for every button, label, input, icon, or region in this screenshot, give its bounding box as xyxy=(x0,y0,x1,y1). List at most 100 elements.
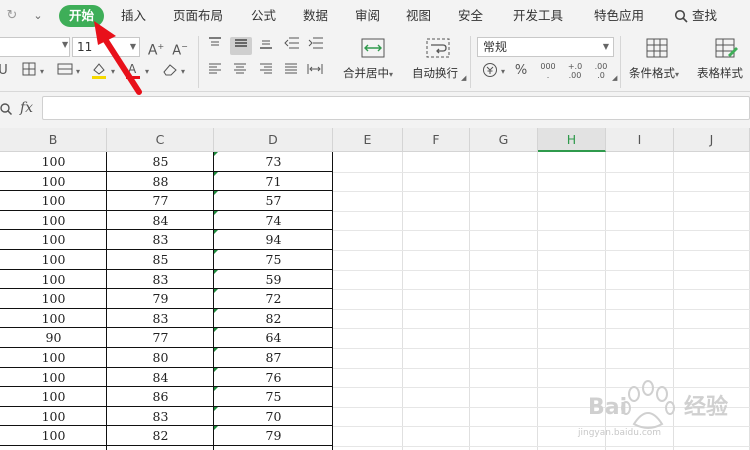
cell-b5[interactable]: 100 xyxy=(0,230,107,249)
font-size-select[interactable]: 11 ▼ xyxy=(72,37,140,57)
currency-icon[interactable] xyxy=(481,62,499,80)
redo-icon[interactable]: ↻ xyxy=(4,8,20,24)
cell-b8[interactable]: 100 xyxy=(0,289,107,308)
chevron-down-icon[interactable]: ▾ xyxy=(40,67,44,76)
cell-c7[interactable]: 83 xyxy=(107,270,214,289)
align-top-icon[interactable] xyxy=(206,37,224,55)
cell-b9[interactable]: 100 xyxy=(0,309,107,328)
decrease-decimal-icon[interactable]: .00.0 xyxy=(591,62,611,80)
column-header-d[interactable]: D xyxy=(214,128,333,152)
cell-d10[interactable]: 64 xyxy=(214,328,333,347)
align-right-icon[interactable] xyxy=(257,63,275,81)
cell-c2[interactable]: 88 xyxy=(107,172,214,191)
wrap-text-button[interactable]: 自动换行 xyxy=(412,65,458,81)
search-label[interactable]: 查找 xyxy=(692,0,717,32)
column-header-i[interactable]: I xyxy=(606,128,674,152)
chevron-down-icon[interactable]: ▾ xyxy=(111,67,115,76)
align-center-icon[interactable] xyxy=(231,63,249,81)
cell-d6[interactable]: 75 xyxy=(214,250,333,269)
font-name-select[interactable] xyxy=(0,37,70,57)
column-header-j[interactable]: J xyxy=(674,128,750,152)
cell-d5[interactable]: 94 xyxy=(214,230,333,249)
cell-c14[interactable]: 83 xyxy=(107,407,214,426)
chevron-down-icon[interactable]: ▾ xyxy=(145,67,149,76)
cell-c4[interactable]: 84 xyxy=(107,211,214,230)
cell-d7[interactable]: 59 xyxy=(214,270,333,289)
conditional-format-icon[interactable] xyxy=(645,37,669,59)
cell-c11[interactable]: 80 xyxy=(107,348,214,367)
cell-c3[interactable]: 77 xyxy=(107,191,214,210)
chevron-down-icon[interactable]: ▾ xyxy=(76,67,80,76)
cell-c12[interactable]: 84 xyxy=(107,368,214,387)
cell-d13[interactable]: 75 xyxy=(214,387,333,406)
cell-b13[interactable]: 100 xyxy=(0,387,107,406)
conditional-format-button[interactable]: 条件格式▾ xyxy=(629,65,679,81)
cell-d4[interactable]: 74 xyxy=(214,211,333,230)
font-grow-icon[interactable]: A+ xyxy=(147,38,165,59)
justify-icon[interactable] xyxy=(282,63,300,81)
dialog-launcher-icon[interactable]: ◢ xyxy=(461,74,466,82)
cell-style-icon[interactable] xyxy=(56,62,74,80)
fill-color-icon[interactable] xyxy=(90,61,108,79)
table-style-icon[interactable] xyxy=(714,37,738,59)
menu-tab-5[interactable]: 审阅 xyxy=(355,0,380,32)
column-header-g[interactable]: G xyxy=(470,128,538,152)
cell-b4[interactable]: 100 xyxy=(0,211,107,230)
underline-icon[interactable]: U xyxy=(0,62,12,80)
menu-tab-7[interactable]: 安全 xyxy=(458,0,483,32)
clear-format-icon[interactable] xyxy=(161,62,179,80)
column-header-f[interactable]: F xyxy=(403,128,470,152)
menu-tab-3[interactable]: 公式 xyxy=(251,0,276,32)
distributed-align-icon[interactable] xyxy=(306,63,324,81)
cell-b2[interactable]: 100 xyxy=(0,172,107,191)
menu-tab-2[interactable]: 页面布局 xyxy=(173,0,223,32)
cell-c13[interactable]: 86 xyxy=(107,387,214,406)
increase-decimal-icon[interactable]: +.0.00 xyxy=(565,62,585,80)
cell-b14[interactable]: 100 xyxy=(0,407,107,426)
percent-icon[interactable]: % xyxy=(512,62,530,80)
cell-c10[interactable]: 77 xyxy=(107,328,214,347)
chevron-down-icon[interactable]: ▾ xyxy=(181,67,185,76)
column-header-c[interactable]: C xyxy=(107,128,214,152)
align-middle-icon[interactable] xyxy=(230,37,252,55)
cell-d1[interactable]: 73 xyxy=(214,152,333,171)
font-color-icon[interactable]: A xyxy=(124,61,142,79)
table-style-button[interactable]: 表格样式 xyxy=(697,65,743,81)
indent-increase-icon[interactable] xyxy=(307,37,325,55)
cell-c9[interactable]: 83 xyxy=(107,309,214,328)
cell-d8[interactable]: 72 xyxy=(214,289,333,308)
formula-input[interactable] xyxy=(42,96,750,120)
insert-function-button[interactable]: fx xyxy=(20,100,33,116)
column-header-e[interactable]: E xyxy=(333,128,403,152)
search-function-icon[interactable] xyxy=(0,102,14,116)
thousands-separator-icon[interactable]: 000. xyxy=(537,62,559,80)
chevron-down-icon[interactable]: ▾ xyxy=(501,67,505,76)
number-format-select[interactable]: 常规 ▼ xyxy=(477,37,614,57)
wrap-text-icon[interactable] xyxy=(426,37,450,59)
font-shrink-icon[interactable]: A− xyxy=(171,38,189,58)
dialog-launcher-icon[interactable]: ◢ xyxy=(612,74,617,82)
menu-tab-6[interactable]: 视图 xyxy=(406,0,431,32)
cell-c1[interactable]: 85 xyxy=(107,152,214,171)
merge-center-button[interactable]: 合并居中▾ xyxy=(343,65,393,81)
cell-d9[interactable]: 82 xyxy=(214,309,333,328)
menu-tab-9[interactable]: 特色应用 xyxy=(594,0,644,32)
cell-c15[interactable]: 82 xyxy=(107,426,214,445)
cell-c8[interactable]: 79 xyxy=(107,289,214,308)
align-bottom-icon[interactable] xyxy=(257,37,275,55)
cell-d3[interactable]: 57 xyxy=(214,191,333,210)
cell-c6[interactable]: 85 xyxy=(107,250,214,269)
cell-b11[interactable]: 100 xyxy=(0,348,107,367)
cell-b3[interactable]: 100 xyxy=(0,191,107,210)
menu-tab-8[interactable]: 开发工具 xyxy=(513,0,563,32)
indent-decrease-icon[interactable] xyxy=(283,37,301,55)
cell-d14[interactable]: 70 xyxy=(214,407,333,426)
search-icon[interactable] xyxy=(674,9,688,23)
quick-access-more-icon[interactable]: ⌄ xyxy=(30,8,46,24)
cell-d11[interactable]: 87 xyxy=(214,348,333,367)
merge-center-icon[interactable] xyxy=(361,37,385,59)
column-header-b[interactable]: B xyxy=(0,128,107,152)
cell-d15[interactable]: 79 xyxy=(214,426,333,445)
cell-b1[interactable]: 100 xyxy=(0,152,107,171)
cell-b12[interactable]: 100 xyxy=(0,368,107,387)
